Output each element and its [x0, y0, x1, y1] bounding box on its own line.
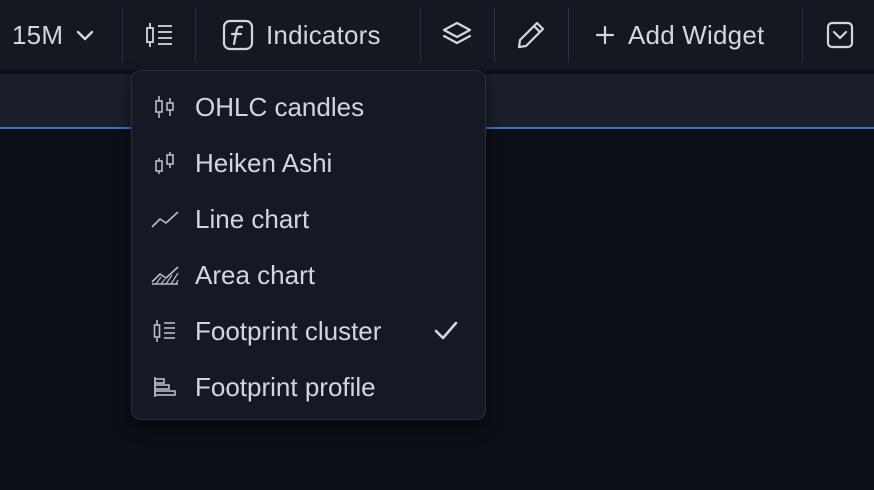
plus-icon	[594, 24, 616, 46]
line-chart-icon	[150, 205, 180, 233]
indicators-button[interactable]: Indicators	[222, 0, 381, 70]
menu-item-line-chart[interactable]: Line chart	[132, 191, 485, 247]
menu-item-label: OHLC candles	[195, 92, 365, 122]
menu-item-area-chart[interactable]: Area chart	[132, 247, 485, 303]
function-icon	[222, 19, 254, 51]
menu-item-footprint-profile[interactable]: Footprint profile	[132, 359, 485, 415]
indicators-label: Indicators	[266, 19, 381, 50]
layers-button[interactable]	[441, 0, 473, 70]
timeframe-label: 15M	[12, 19, 64, 50]
toolbar-divider	[802, 8, 803, 62]
menu-item-label: Line chart	[195, 204, 310, 234]
timeframe-dropdown[interactable]: 15M	[12, 0, 95, 70]
toolbar-divider	[568, 8, 569, 62]
menu-item-heiken-ashi[interactable]: Heiken Ashi	[132, 135, 485, 191]
footprint-cluster-icon	[145, 20, 175, 50]
add-widget-label: Add Widget	[628, 19, 765, 50]
menu-item-label: Heiken Ashi	[195, 148, 333, 178]
chevron-box-icon	[826, 21, 854, 49]
toolbar-divider	[195, 8, 196, 62]
menu-item-label: Area chart	[195, 260, 315, 290]
top-toolbar: 15M Indicators Add Widget	[0, 0, 874, 70]
heiken-ashi-icon	[150, 149, 180, 177]
pencil-icon	[515, 19, 547, 51]
footprint-profile-icon	[150, 373, 180, 401]
add-widget-button[interactable]: Add Widget	[594, 0, 764, 70]
collapse-button[interactable]	[826, 0, 854, 70]
trading-app: 15M Indicators Add Widget OHLC candles H…	[0, 0, 874, 490]
chart-type-button[interactable]	[145, 0, 175, 70]
ohlc-candles-icon	[150, 93, 180, 121]
toolbar-divider	[494, 8, 495, 62]
menu-item-label: Footprint profile	[195, 372, 376, 402]
chart-type-menu: OHLC candles Heiken Ashi Line chart Area…	[131, 70, 486, 420]
draw-button[interactable]	[515, 0, 547, 70]
toolbar-divider	[420, 8, 421, 62]
menu-item-footprint-cluster[interactable]: Footprint cluster	[132, 303, 485, 359]
menu-item-label: Footprint cluster	[195, 316, 382, 346]
layers-icon	[441, 19, 473, 51]
checkmark-icon	[432, 317, 460, 345]
chevron-down-icon	[75, 28, 95, 42]
footprint-cluster-icon	[150, 317, 180, 345]
toolbar-divider	[122, 8, 123, 62]
menu-item-ohlc-candles[interactable]: OHLC candles	[132, 79, 485, 135]
area-chart-icon	[150, 261, 180, 289]
